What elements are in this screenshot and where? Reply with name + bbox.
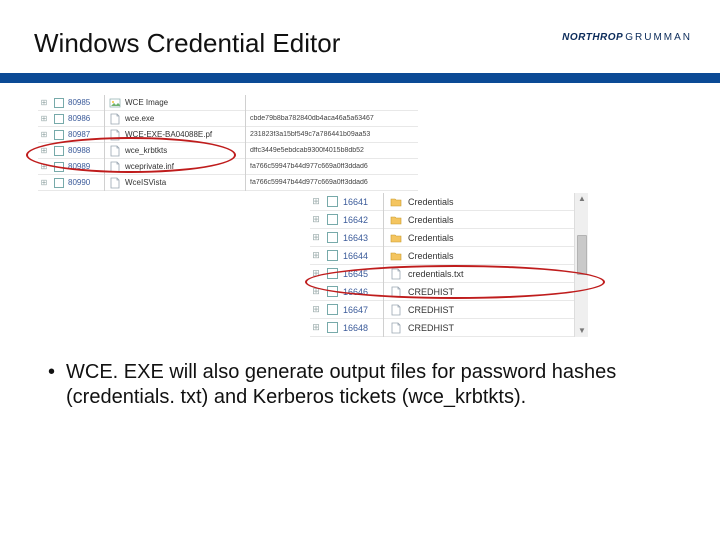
row-hash: cbde79b8ba782840db4aca46a5a63467 [250, 115, 418, 122]
column-divider [104, 175, 105, 191]
list-item[interactable]: ⊞ 16642 Credentials [310, 211, 588, 229]
list-item[interactable]: ⊞ 80990 WceISVista fa766c59947b44d977c669a0… [38, 175, 418, 191]
title-divider-bar [0, 73, 720, 83]
expand-icon[interactable]: ⊞ [310, 250, 322, 261]
column-divider [383, 211, 384, 229]
row-id: 16642 [343, 215, 383, 225]
scroll-thumb[interactable] [577, 235, 587, 275]
folder-icon [389, 196, 403, 208]
checkbox[interactable] [54, 98, 64, 108]
folder-icon [389, 250, 403, 262]
checkbox[interactable] [327, 304, 338, 315]
column-divider [245, 127, 246, 143]
row-name: Credentials [408, 251, 588, 261]
checkbox[interactable] [54, 114, 64, 124]
row-name: WceISVista [125, 178, 245, 187]
list-item[interactable]: ⊞ 16641 Credentials [310, 193, 588, 211]
expand-icon[interactable]: ⊞ [310, 304, 322, 315]
column-divider [383, 319, 384, 337]
expand-icon[interactable]: ⊞ [38, 130, 50, 139]
column-divider [245, 159, 246, 175]
row-name: wce.exe [125, 114, 245, 123]
row-id: 16643 [343, 233, 383, 243]
row-hash: fa766c59947b44d977c669a0ff3ddad6 [250, 179, 418, 186]
row-id: 80986 [68, 114, 104, 123]
expand-icon[interactable]: ⊞ [310, 196, 322, 207]
file-icon [389, 322, 403, 334]
column-divider [104, 95, 105, 111]
row-id: 16644 [343, 251, 383, 261]
row-name: CREDHIST [408, 323, 588, 333]
column-divider [383, 247, 384, 265]
row-hash: 231823f3a15bf549c7a786441b09aa53 [250, 131, 418, 138]
checkbox[interactable] [327, 322, 338, 333]
scroll-up-arrow[interactable]: ▲ [578, 195, 586, 203]
body-text: • WCE. EXE will also generate output fil… [48, 360, 672, 410]
row-name: CREDHIST [408, 305, 588, 315]
scrollbar[interactable]: ▲ ▼ [574, 193, 588, 337]
expand-icon[interactable]: ⊞ [38, 114, 50, 123]
file-icon [109, 177, 121, 189]
column-divider [245, 175, 246, 191]
scroll-down-arrow[interactable]: ▼ [578, 327, 586, 335]
column-divider [383, 229, 384, 247]
row-id: 16648 [343, 323, 383, 333]
folder-icon [389, 232, 403, 244]
checkbox[interactable] [54, 130, 64, 140]
checkbox[interactable] [327, 250, 338, 261]
row-name: Credentials [408, 233, 588, 243]
row-id: 16647 [343, 305, 383, 315]
list-item[interactable]: ⊞ 16644 Credentials [310, 247, 588, 265]
row-name: WCE Image [125, 98, 245, 107]
highlight-oval-1 [26, 137, 236, 173]
column-divider [383, 301, 384, 319]
checkbox[interactable] [327, 232, 338, 243]
column-divider [104, 111, 105, 127]
checkbox[interactable] [327, 214, 338, 225]
row-name: Credentials [408, 197, 588, 207]
checkbox[interactable] [327, 196, 338, 207]
highlight-oval-2 [305, 265, 605, 299]
row-name: Credentials [408, 215, 588, 225]
expand-icon[interactable]: ⊞ [38, 98, 50, 107]
brand-logo: NORTHROPGRUMMAN [562, 32, 692, 43]
row-hash: fa766c59947b44d977c669a0ff3ddad6 [250, 163, 418, 170]
row-id: 80990 [68, 178, 104, 187]
column-divider [245, 95, 246, 111]
file-icon [389, 304, 403, 316]
list-item[interactable]: ⊞ 16648 CREDHIST [310, 319, 588, 337]
column-divider [245, 111, 246, 127]
bullet-dot: • [48, 360, 66, 410]
folder-icon [389, 214, 403, 226]
bullet-text: WCE. EXE will also generate output files… [66, 360, 672, 410]
list-item[interactable]: ⊞ 80986 wce.exe cbde79b8ba782840db4aca46a5a… [38, 111, 418, 127]
file-icon [109, 113, 121, 125]
row-hash: dffc3449e5ebdcab9300f4015b8db52 [250, 147, 418, 154]
column-divider [245, 143, 246, 159]
column-divider [383, 193, 384, 211]
image-icon [109, 97, 121, 109]
list-item[interactable]: ⊞ 80985 WCE Image [38, 95, 418, 111]
list-item[interactable]: ⊞ 16643 Credentials [310, 229, 588, 247]
expand-icon[interactable]: ⊞ [310, 322, 322, 333]
row-id: 16641 [343, 197, 383, 207]
list-item[interactable]: ⊞ 16647 CREDHIST [310, 301, 588, 319]
expand-icon[interactable]: ⊞ [310, 232, 322, 243]
expand-icon[interactable]: ⊞ [38, 178, 50, 187]
checkbox[interactable] [54, 178, 64, 188]
expand-icon[interactable]: ⊞ [310, 214, 322, 225]
row-id: 80985 [68, 98, 104, 107]
